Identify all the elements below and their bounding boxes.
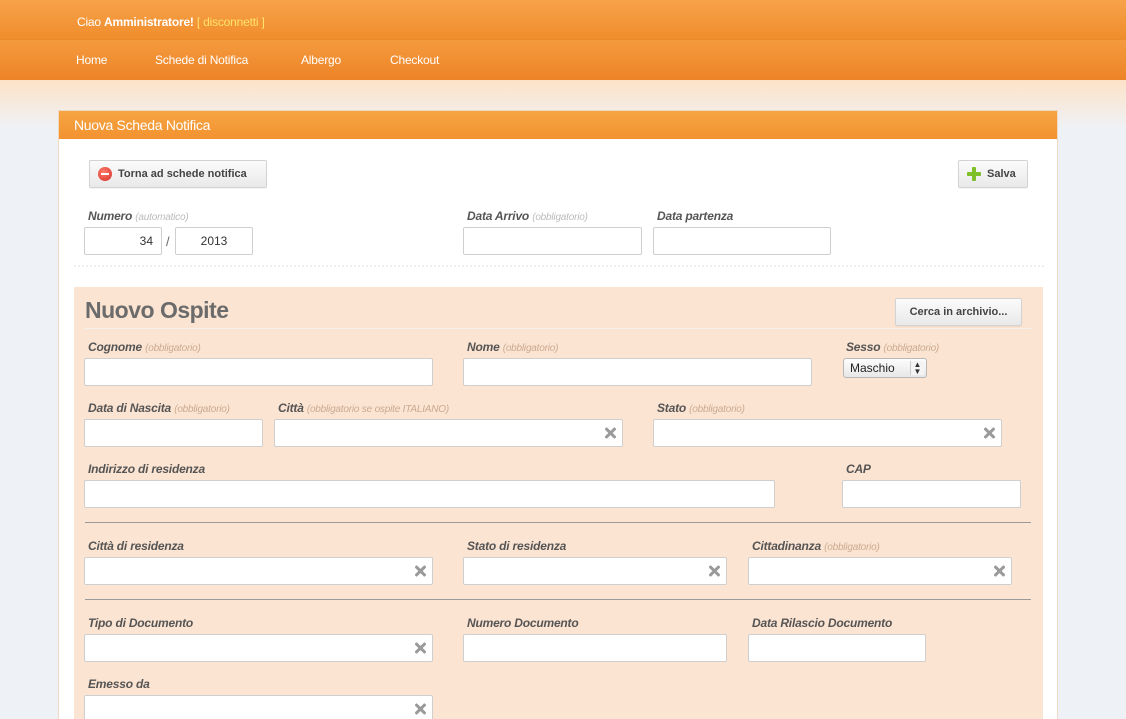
numero-hint: (automatico) — [135, 212, 189, 223]
save-button[interactable]: Salva — [958, 160, 1028, 188]
indirizzo-input[interactable] — [84, 480, 775, 508]
back-button-label: Torna ad schede notifica — [118, 168, 247, 180]
sesso-label: Sesso (obbligatorio) — [846, 340, 940, 354]
data-arrivo-input[interactable] — [463, 227, 642, 255]
top-bar: Ciao Amministratore! [ disconnetti ] — [0, 0, 1126, 40]
tipo-documento-label: Tipo di Documento — [88, 616, 194, 630]
main-nav: Home Schede di Notifica Albergo Checkout — [0, 40, 1126, 80]
logout-bracket-open: [ — [196, 15, 200, 29]
cittadinanza-label: Cittadinanza (obbligatorio) — [752, 539, 880, 553]
cognome-input[interactable] — [84, 358, 433, 386]
cap-input[interactable] — [842, 480, 1021, 508]
citta-residenza-input[interactable] — [84, 557, 433, 585]
cittadinanza-input[interactable] — [748, 557, 1012, 585]
indirizzo-label: Indirizzo di residenza — [88, 462, 205, 476]
greeting: Ciao Amministratore! [ disconnetti ] — [77, 15, 265, 29]
nav-item-home[interactable]: Home — [76, 53, 107, 67]
tipo-documento-input[interactable] — [84, 634, 433, 662]
anno-input[interactable] — [175, 227, 253, 255]
cittadinanza-hint: (obbligatorio) — [824, 542, 880, 553]
stato-hint: (obbligatorio) — [689, 404, 745, 415]
data-nascita-input[interactable] — [84, 419, 263, 447]
sesso-selected-value: Maschio — [850, 361, 895, 375]
data-rilascio-input[interactable] — [748, 634, 926, 662]
citta-residenza-clear-icon[interactable] — [414, 565, 426, 577]
stato-residenza-input[interactable] — [463, 557, 727, 585]
tipo-documento-clear-icon[interactable] — [414, 642, 426, 654]
data-arrivo-hint: (obbligatorio) — [532, 212, 588, 223]
divider — [74, 265, 1044, 267]
nome-input[interactable] — [463, 358, 812, 386]
data-nascita-hint: (obbligatorio) — [174, 404, 230, 415]
numero-documento-input[interactable] — [463, 634, 727, 662]
sesso-select[interactable]: Maschio ▲ ▼ — [843, 358, 927, 378]
data-partenza-input[interactable] — [653, 227, 831, 255]
section-divider — [85, 599, 1031, 600]
nav-item-schede-notifica[interactable]: Schede di Notifica — [155, 53, 248, 67]
stato-clear-icon[interactable] — [983, 427, 995, 439]
citta-input[interactable] — [274, 419, 623, 447]
nav-item-checkout[interactable]: Checkout — [390, 53, 439, 67]
search-archive-button[interactable]: Cerca in archivio... — [895, 298, 1022, 326]
logout-link[interactable]: disconnetti — [203, 15, 258, 29]
data-partenza-label: Data partenza — [657, 209, 734, 223]
logout-bracket-close: ] — [261, 15, 265, 29]
greeting-excl: ! — [189, 15, 194, 29]
numero-label: Numero (automatico) — [88, 209, 189, 223]
save-button-label: Salva — [987, 168, 1016, 180]
stato-residenza-clear-icon[interactable] — [708, 565, 720, 577]
panel-title: Nuova Scheda Notifica — [74, 117, 211, 133]
data-rilascio-label: Data Rilascio Documento — [752, 616, 893, 630]
data-nascita-label: Data di Nascita (obbligatorio) — [88, 401, 230, 415]
numero-slash: / — [166, 234, 170, 249]
emesso-da-clear-icon[interactable] — [414, 703, 426, 715]
cognome-label: Cognome (obbligatorio) — [88, 340, 201, 354]
section-divider — [85, 522, 1031, 523]
back-to-schede-button[interactable]: Torna ad schede notifica — [89, 160, 267, 188]
emesso-da-input[interactable] — [84, 695, 433, 719]
guest-title-underline — [85, 328, 1031, 329]
nome-label: Nome (obbligatorio) — [467, 340, 559, 354]
minus-circle-icon — [98, 167, 112, 181]
stato-label: Stato (obbligatorio) — [657, 401, 745, 415]
citta-label: Città (obbligatorio se ospite ITALIANO) — [278, 401, 449, 415]
nav-item-albergo[interactable]: Albergo — [301, 53, 341, 67]
greeting-prefix: Ciao — [77, 15, 101, 29]
guest-title: Nuovo Ospite — [85, 297, 229, 323]
numero-input[interactable] — [84, 227, 162, 255]
sesso-hint: (obbligatorio) — [883, 343, 940, 354]
citta-residenza-label: Città di residenza — [88, 539, 184, 553]
citta-hint: (obbligatorio se ospite ITALIANO) — [306, 404, 449, 415]
panel-header: Nuova Scheda Notifica — [59, 111, 1057, 139]
citta-clear-icon[interactable] — [604, 427, 616, 439]
cittadinanza-clear-icon[interactable] — [993, 565, 1005, 577]
plus-icon — [967, 167, 981, 181]
cognome-hint: (obbligatorio) — [145, 343, 201, 354]
username: Amministratore — [104, 15, 190, 29]
data-arrivo-label: Data Arrivo (obbligatorio) — [467, 209, 588, 223]
nome-hint: (obbligatorio) — [502, 343, 559, 354]
cap-label: CAP — [846, 462, 871, 476]
emesso-da-label: Emesso da — [88, 677, 150, 691]
stato-input[interactable] — [653, 419, 1002, 447]
numero-documento-label: Numero Documento — [467, 616, 579, 630]
select-arrows-icon: ▲ ▼ — [910, 361, 924, 376]
stato-residenza-label: Stato di residenza — [467, 539, 567, 553]
